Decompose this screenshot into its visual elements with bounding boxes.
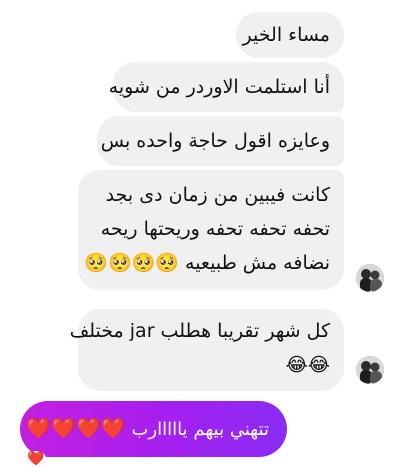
incoming-message[interactable]: مساء الخير [236, 12, 344, 58]
profile-photo-icon [356, 264, 384, 292]
message-text-line: نضافه مش طبيعيه 🥺🥺🥺🥺 [84, 246, 330, 280]
sender-avatar[interactable] [356, 356, 384, 384]
tears-of-joy-emoji: 😂😂 [285, 354, 330, 376]
message-text: وعايزه اقول حاجة واحده بس [100, 130, 330, 152]
outgoing-message[interactable]: تتهني بيهم يااااارب ❤️❤️❤️❤️ [20, 401, 287, 457]
heart-emoji: ❤️❤️❤️❤️ [26, 416, 126, 440]
message-text-line: تحفه تحفه تحفه وريحتها ريحه [100, 218, 330, 240]
incoming-message[interactable]: كانت فيبين من زمان دى بجد تحفه تحفه تحفه… [78, 170, 344, 290]
incoming-message[interactable]: كل شهر تقريبا هطلب jar مختلف 😂😂 [69, 309, 344, 391]
profile-photo-icon [356, 356, 384, 384]
message-text: تتهني بيهم يااااارب [131, 419, 269, 440]
message-text: نضافه مش طبيعيه [185, 252, 330, 274]
message-text-line: كانت فيبين من زمان دى بجد [105, 184, 330, 206]
incoming-message[interactable]: أنا استلمت الاوردر من شويه [108, 62, 344, 112]
message-text: مساء الخير [242, 24, 330, 46]
heart-reaction-icon[interactable]: ❤️ [26, 451, 46, 467]
message-text: كل شهر تقريبا هطلب jar مختلف [69, 320, 330, 342]
pleading-face-emoji: 🥺🥺🥺🥺 [84, 252, 179, 274]
message-text: أنا استلمت الاوردر من شويه [108, 76, 330, 98]
chat-thread: مساء الخير أنا استلمت الاوردر من شويه وع… [0, 0, 400, 467]
incoming-message[interactable]: وعايزه اقول حاجة واحده بس [97, 116, 344, 166]
sender-avatar[interactable] [356, 264, 384, 292]
